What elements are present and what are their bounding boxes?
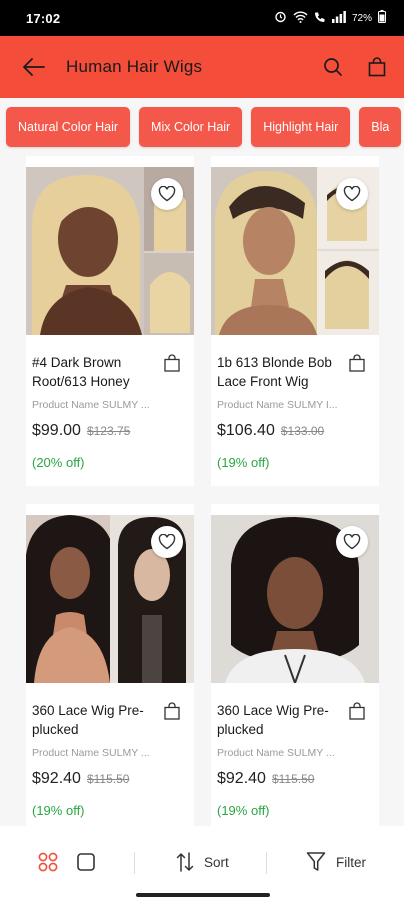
product-subtitle: Product Name SULMY I...: [217, 399, 338, 411]
product-card[interactable]: 360 Lace Wig Pre-plucked Product Name SU…: [26, 504, 194, 826]
product-image: [211, 167, 379, 335]
heart-icon: [343, 186, 361, 202]
product-subtitle: Product Name SULMY ...: [32, 747, 150, 759]
single-view-icon: [77, 853, 95, 871]
divider: [134, 852, 135, 874]
sort-button[interactable]: Sort: [176, 826, 229, 898]
status-time: 17:02: [26, 10, 61, 26]
product-discount: (19% off): [32, 803, 85, 818]
product-subtitle: Product Name SULMY ...: [217, 747, 335, 759]
grid-view-toggle[interactable]: [38, 826, 58, 898]
product-card[interactable]: 360 Lace Wig Pre-plucked Product Name SU…: [211, 504, 379, 826]
filter-label: Filter: [336, 854, 366, 870]
status-icons: 72%: [274, 10, 386, 26]
wifi-icon: [293, 11, 308, 26]
category-chips: Natural Color Hair Mix Color Hair Highli…: [0, 98, 404, 156]
call-icon: [314, 11, 326, 26]
page-title: Human Hair Wigs: [66, 57, 203, 76]
price-row: $92.40 $115.50: [217, 770, 314, 788]
shopping-bag-icon: [164, 702, 180, 720]
price-row: $106.40 $133.00: [217, 422, 324, 440]
battery-icon: [378, 10, 386, 26]
favorite-button[interactable]: [151, 178, 183, 210]
price-row: $92.40 $115.50: [32, 770, 129, 788]
home-indicator: [136, 893, 270, 897]
product-grid: #4 Dark Brown Root/613 Honey Product Nam…: [0, 156, 404, 826]
product-price: $92.40: [217, 770, 266, 787]
list-view-toggle[interactable]: [76, 826, 96, 898]
shopping-bag-icon: [368, 57, 386, 77]
sort-icon: [176, 852, 194, 872]
grid-view-icon: [38, 852, 58, 872]
product-title: #4 Dark Brown Root/613 Honey: [32, 355, 130, 389]
product-title: 360 Lace Wig Pre-plucked: [217, 703, 329, 737]
favorite-button[interactable]: [336, 178, 368, 210]
shopping-bag-icon: [349, 702, 365, 720]
favorite-button[interactable]: [336, 526, 368, 558]
search-icon: [324, 58, 342, 76]
product-title: 1b 613 Blonde Bob Lace Front Wig: [217, 355, 332, 389]
heart-icon: [343, 534, 361, 550]
product-discount: (19% off): [217, 455, 270, 470]
product-discount: (20% off): [32, 455, 85, 470]
product-discount: (19% off): [217, 803, 270, 818]
shopping-bag-icon: [349, 354, 365, 372]
divider: [266, 852, 267, 874]
heart-icon: [158, 534, 176, 550]
add-to-bag-button[interactable]: [164, 354, 182, 372]
heart-icon: [158, 186, 176, 202]
search-button[interactable]: [320, 54, 346, 80]
product-image: [211, 515, 379, 683]
add-to-bag-button[interactable]: [349, 354, 367, 372]
header-actions: [320, 54, 390, 80]
add-to-bag-button[interactable]: [349, 702, 367, 720]
app-header: Human Hair Wigs: [0, 36, 404, 98]
product-card[interactable]: 1b 613 Blonde Bob Lace Front Wig Product…: [211, 156, 379, 486]
product-subtitle: Product Name SULMY ...: [32, 399, 150, 411]
chip-black-hair[interactable]: Bla: [359, 107, 402, 147]
status-bar: 17:02 72%: [0, 0, 404, 36]
battery-percent: 72%: [351, 12, 372, 24]
product-old-price: $123.75: [86, 424, 131, 438]
product-image: [26, 167, 194, 335]
filter-icon: [306, 852, 326, 871]
chip-mix-color-hair[interactable]: Mix Color Hair: [139, 107, 243, 147]
product-old-price: $115.50: [86, 772, 130, 786]
product-old-price: $115.50: [271, 772, 315, 786]
chip-natural-color-hair[interactable]: Natural Color Hair: [6, 107, 131, 147]
product-price: $106.40: [217, 422, 275, 439]
product-title: 360 Lace Wig Pre-plucked: [32, 703, 144, 737]
arrow-left-icon: [23, 58, 45, 76]
bottom-toolbar: Sort Filter: [0, 826, 404, 900]
add-to-bag-button[interactable]: [164, 702, 182, 720]
cart-button[interactable]: [364, 54, 390, 80]
chip-highlight-hair[interactable]: Highlight Hair: [251, 107, 351, 147]
product-price: $99.00: [32, 422, 81, 439]
product-price: $92.40: [32, 770, 81, 787]
product-old-price: $133.00: [280, 424, 325, 438]
price-row: $99.00 $123.75: [32, 422, 130, 440]
shopping-bag-icon: [164, 354, 180, 372]
favorite-button[interactable]: [151, 526, 183, 558]
product-card[interactable]: #4 Dark Brown Root/613 Honey Product Nam…: [26, 156, 194, 486]
signal-icon: [331, 10, 346, 26]
alarm-icon: [274, 10, 287, 26]
sort-label: Sort: [204, 854, 229, 870]
filter-button[interactable]: Filter: [306, 826, 366, 898]
back-button[interactable]: [8, 36, 60, 98]
product-image: [26, 515, 194, 683]
